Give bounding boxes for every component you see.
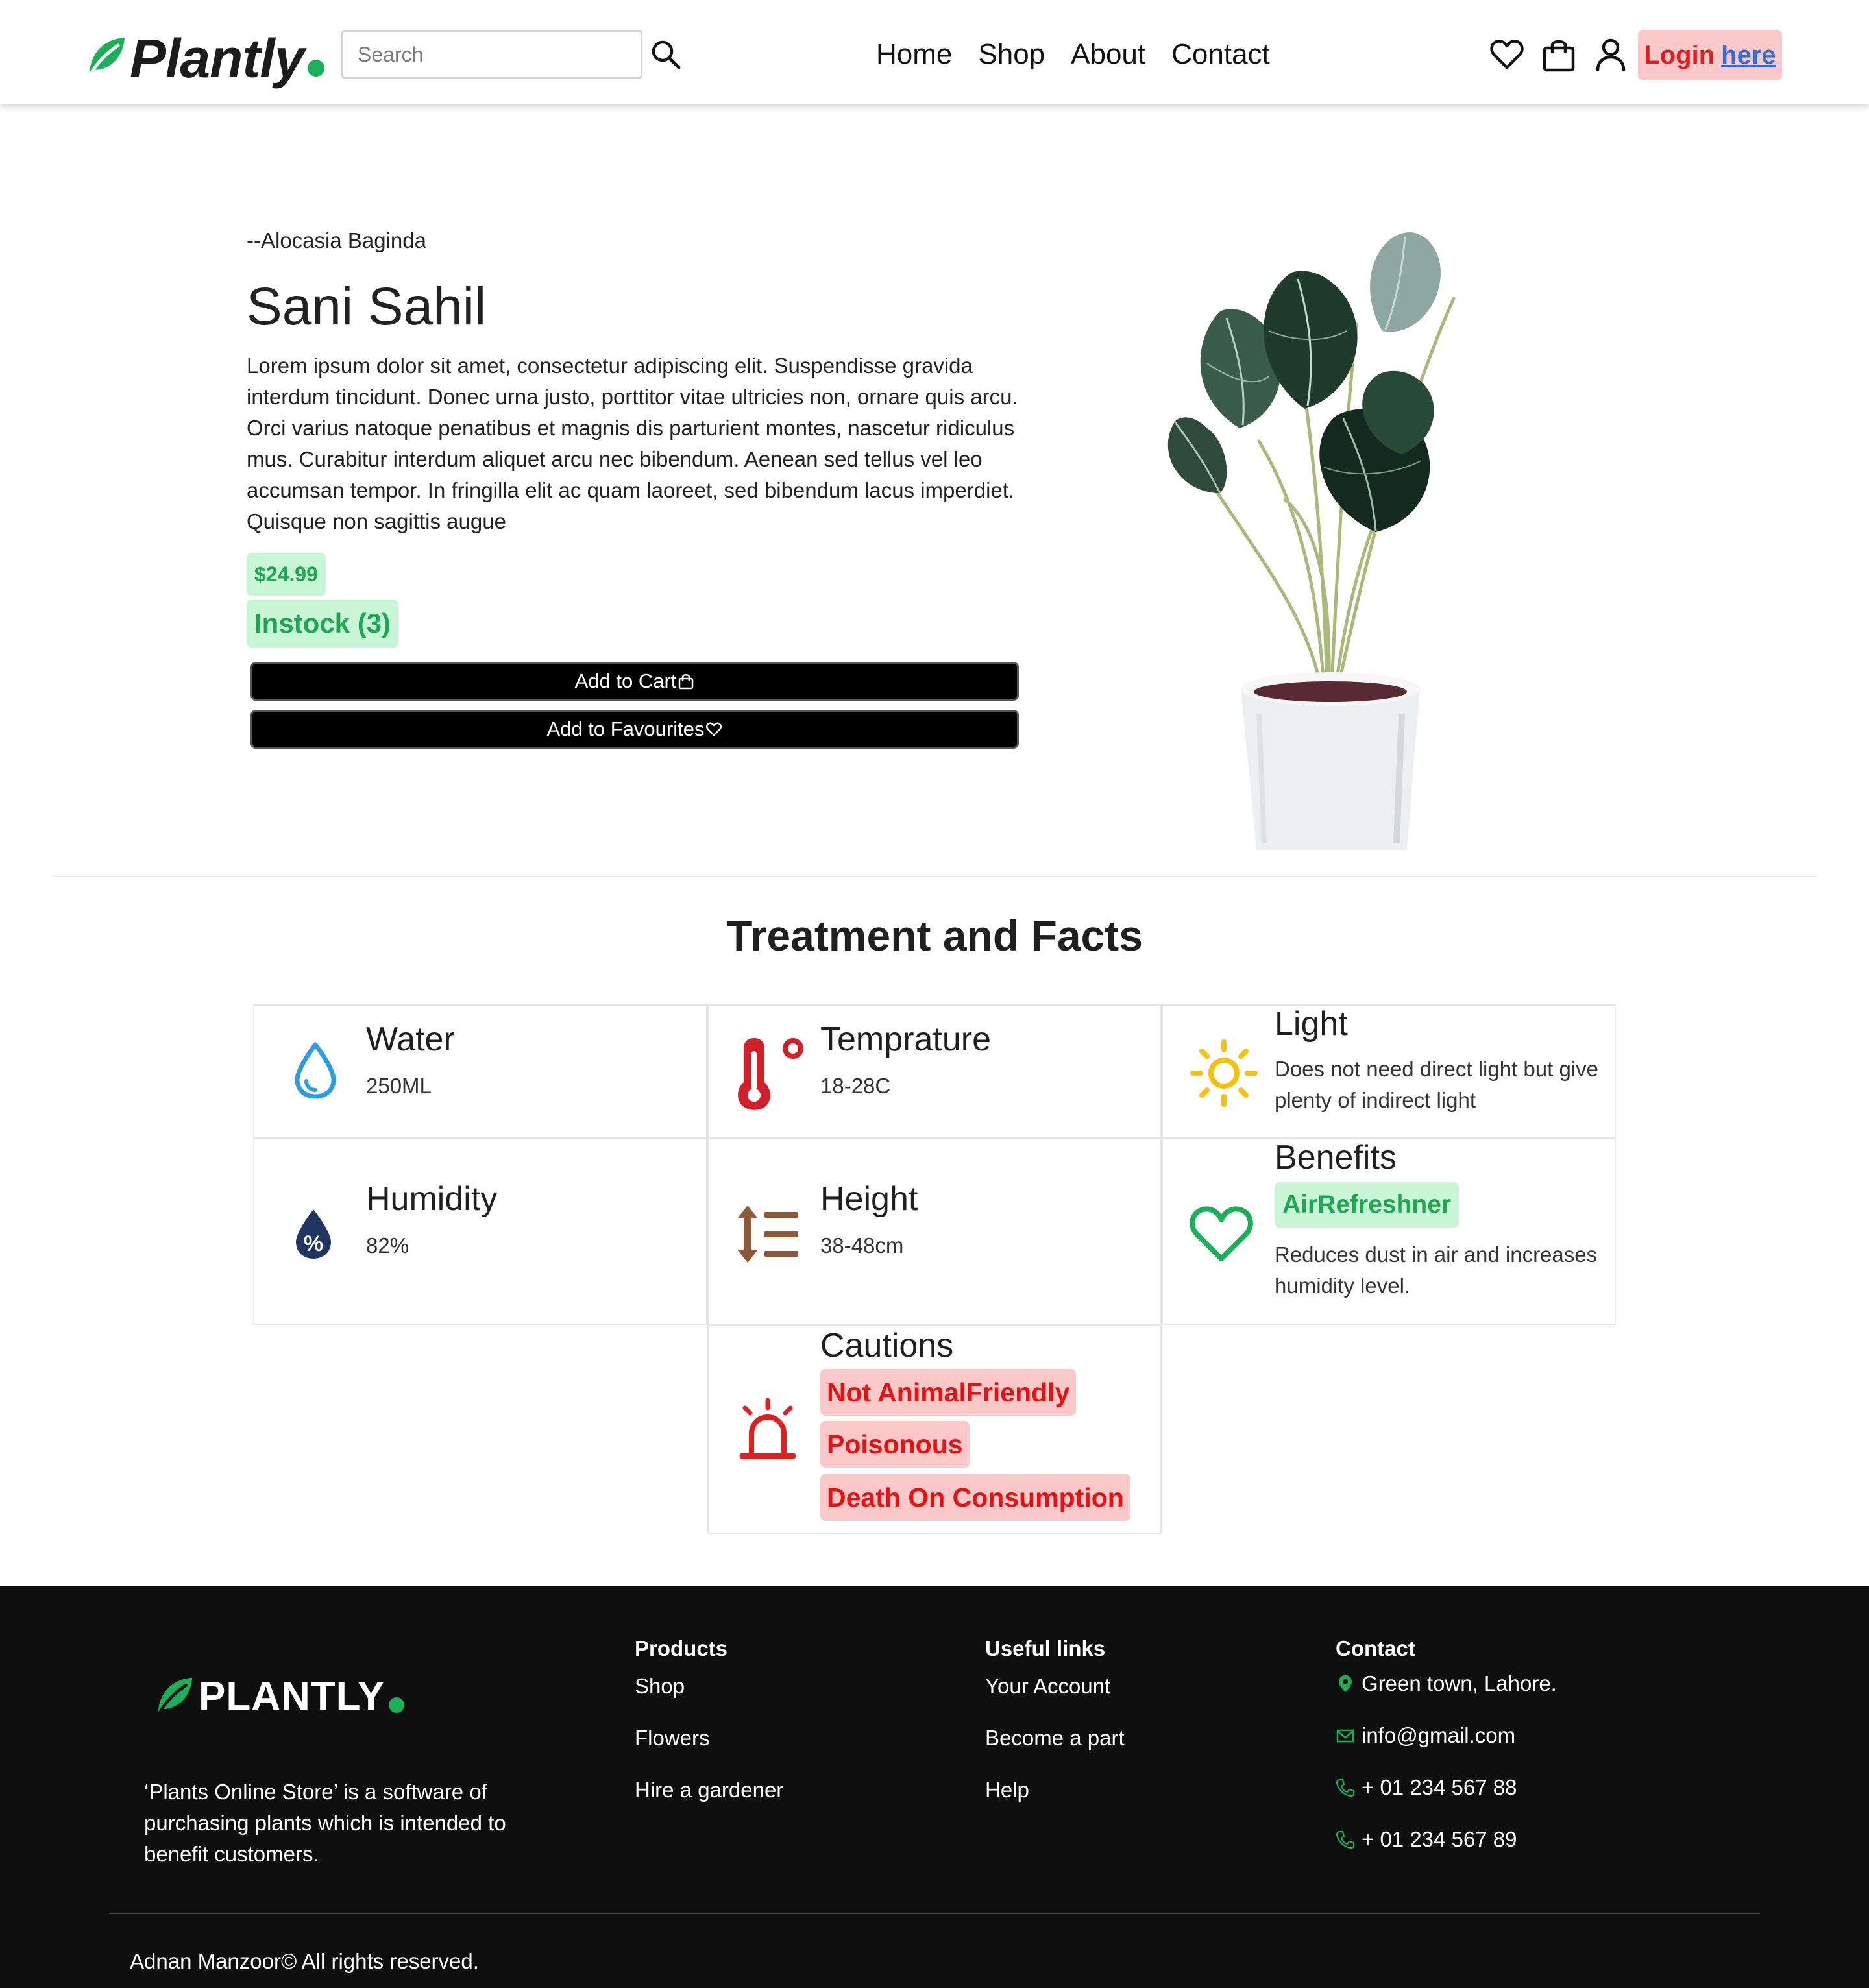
footer-useful-heading: Useful links bbox=[985, 1636, 1106, 1660]
footer-link-hire-gardener[interactable]: Hire a gardener bbox=[635, 1778, 783, 1802]
height-value: 38-48cm bbox=[820, 1233, 904, 1257]
footer-email[interactable]: info@gmail.com bbox=[1336, 1723, 1515, 1748]
footer-divider bbox=[109, 1913, 1760, 1914]
water-value: 250ML bbox=[366, 1074, 432, 1098]
footer-address-text: Green town, Lahore. bbox=[1362, 1671, 1557, 1695]
heart-icon[interactable] bbox=[1489, 36, 1525, 73]
location-icon bbox=[1339, 1675, 1352, 1692]
footer-contact-heading: Contact bbox=[1336, 1636, 1415, 1660]
leaf-icon bbox=[89, 38, 125, 76]
plant-image bbox=[1167, 232, 1456, 850]
footer-brand-dot bbox=[389, 1697, 405, 1713]
footer-link-help[interactable]: Help bbox=[985, 1778, 1029, 1802]
search-input[interactable] bbox=[341, 30, 642, 79]
light-title: Light bbox=[1275, 1005, 1348, 1043]
water-title: Water bbox=[366, 1021, 455, 1058]
phone-icon bbox=[1336, 1778, 1355, 1797]
bag-icon[interactable] bbox=[1541, 36, 1577, 73]
footer-logo: PLANTLY bbox=[153, 1667, 405, 1726]
footer-brand-name: PLANTLY bbox=[199, 1674, 385, 1719]
footer-products-heading: Products bbox=[635, 1636, 728, 1660]
add-to-cart-label: Add to Cart bbox=[574, 670, 677, 692]
brand-logo[interactable]: Plantly bbox=[84, 26, 325, 91]
footer-email-text: info@gmail.com bbox=[1362, 1723, 1516, 1747]
user-icon[interactable] bbox=[1593, 36, 1629, 73]
stock-badge: Instock (3) bbox=[247, 600, 399, 648]
product-title: Sani Sahil bbox=[247, 277, 487, 336]
light-value: Does not need direct light but give plen… bbox=[1275, 1057, 1598, 1112]
price-badge: $24.99 bbox=[247, 553, 326, 596]
nav-about[interactable]: About bbox=[1071, 35, 1145, 74]
footer-address: Green town, Lahore. bbox=[1336, 1671, 1557, 1696]
login-box: Login here bbox=[1638, 30, 1782, 80]
heart-icon bbox=[706, 722, 722, 736]
alarm-icon bbox=[739, 1398, 796, 1459]
sun-icon bbox=[1190, 1039, 1258, 1107]
cautions-title: Cautions bbox=[820, 1327, 954, 1364]
bag-icon bbox=[679, 674, 694, 690]
leaf-icon bbox=[158, 1677, 193, 1715]
section-divider bbox=[53, 876, 1817, 877]
login-link[interactable]: here bbox=[1721, 41, 1776, 70]
benefit-tag: AirRefreshner bbox=[1275, 1182, 1460, 1228]
facts-title: Treatment and Facts bbox=[726, 912, 1143, 960]
footer-copyright: Adnan Manzoor© All rights reserved. bbox=[130, 1949, 479, 1973]
footer-phone-1-text: + 01 234 567 88 bbox=[1362, 1775, 1517, 1799]
fact-humidity: % Humidity 82% bbox=[253, 1138, 707, 1325]
fact-temperature: Temprature 18-28C bbox=[707, 1004, 1162, 1138]
thermometer-icon bbox=[738, 1038, 803, 1110]
footer-phone-1[interactable]: + 01 234 567 88 bbox=[1336, 1775, 1517, 1800]
caution-tag: Not AnimalFriendly bbox=[820, 1369, 1077, 1416]
phone-icon bbox=[1336, 1830, 1355, 1849]
nav-contact[interactable]: Contact bbox=[1171, 35, 1270, 74]
add-to-cart-button[interactable]: Add to Cart bbox=[250, 662, 1019, 701]
footer-link-account[interactable]: Your Account bbox=[985, 1674, 1110, 1699]
svg-text:%: % bbox=[304, 1231, 323, 1256]
water-drop-icon bbox=[295, 1042, 336, 1099]
mail-icon bbox=[1336, 1729, 1354, 1743]
site-header: Plantly Home Shop About Contact Login he… bbox=[0, 0, 1869, 104]
fact-water: Water 250ML bbox=[253, 1004, 707, 1138]
product-description: Lorem ipsum dolor sit amet, consectetur … bbox=[247, 354, 1018, 533]
humidity-value: 82% bbox=[366, 1233, 409, 1257]
brand-dot bbox=[308, 60, 325, 77]
humidity-title: Humidity bbox=[366, 1180, 498, 1218]
caution-tag: Poisonous bbox=[820, 1421, 970, 1468]
fact-benefits: Benefits AirRefreshner Reduces dust in a… bbox=[1162, 1138, 1616, 1325]
footer-link-become-part[interactable]: Become a part bbox=[985, 1726, 1125, 1751]
fact-light: Light Does not need direct light but giv… bbox=[1162, 1004, 1616, 1138]
site-footer: PLANTLY ‘Plants Online Store’ is a softw… bbox=[0, 1586, 1869, 1988]
humidity-icon: % bbox=[296, 1209, 331, 1259]
height-title: Height bbox=[820, 1180, 918, 1218]
benefit-heart-icon bbox=[1190, 1206, 1253, 1261]
footer-link-flowers[interactable]: Flowers bbox=[635, 1726, 710, 1751]
height-icon bbox=[737, 1206, 798, 1263]
footer-phone-2[interactable]: + 01 234 567 89 bbox=[1336, 1827, 1517, 1852]
fact-cautions: Cautions Not AnimalFriendly Poisonous De… bbox=[707, 1325, 1162, 1534]
benefits-title: Benefits bbox=[1275, 1139, 1397, 1176]
main-nav: Home Shop About Contact bbox=[876, 35, 1270, 74]
footer-link-shop[interactable]: Shop bbox=[635, 1674, 685, 1699]
temperature-title: Temprature bbox=[820, 1021, 991, 1058]
add-to-favourites-label: Add to Favourites bbox=[546, 718, 705, 740]
search-icon[interactable] bbox=[649, 38, 683, 71]
benefits-value: Reduces dust in air and increases humidi… bbox=[1275, 1242, 1598, 1298]
temperature-value: 18-28C bbox=[820, 1074, 891, 1098]
fact-height: Height 38-48cm bbox=[707, 1138, 1162, 1325]
footer-about: ‘Plants Online Store’ is a software of p… bbox=[144, 1780, 506, 1866]
nav-home[interactable]: Home bbox=[876, 35, 952, 74]
nav-shop[interactable]: Shop bbox=[978, 35, 1045, 74]
login-label: Login bbox=[1644, 40, 1715, 69]
footer-phone-2-text: + 01 234 567 89 bbox=[1362, 1827, 1517, 1851]
add-to-favourites-button[interactable]: Add to Favourites bbox=[250, 710, 1019, 749]
brand-name: Plantly bbox=[130, 28, 304, 89]
product-subtitle: --Alocasia Baginda bbox=[247, 228, 426, 252]
caution-tag: Death On Consumption bbox=[820, 1474, 1130, 1521]
